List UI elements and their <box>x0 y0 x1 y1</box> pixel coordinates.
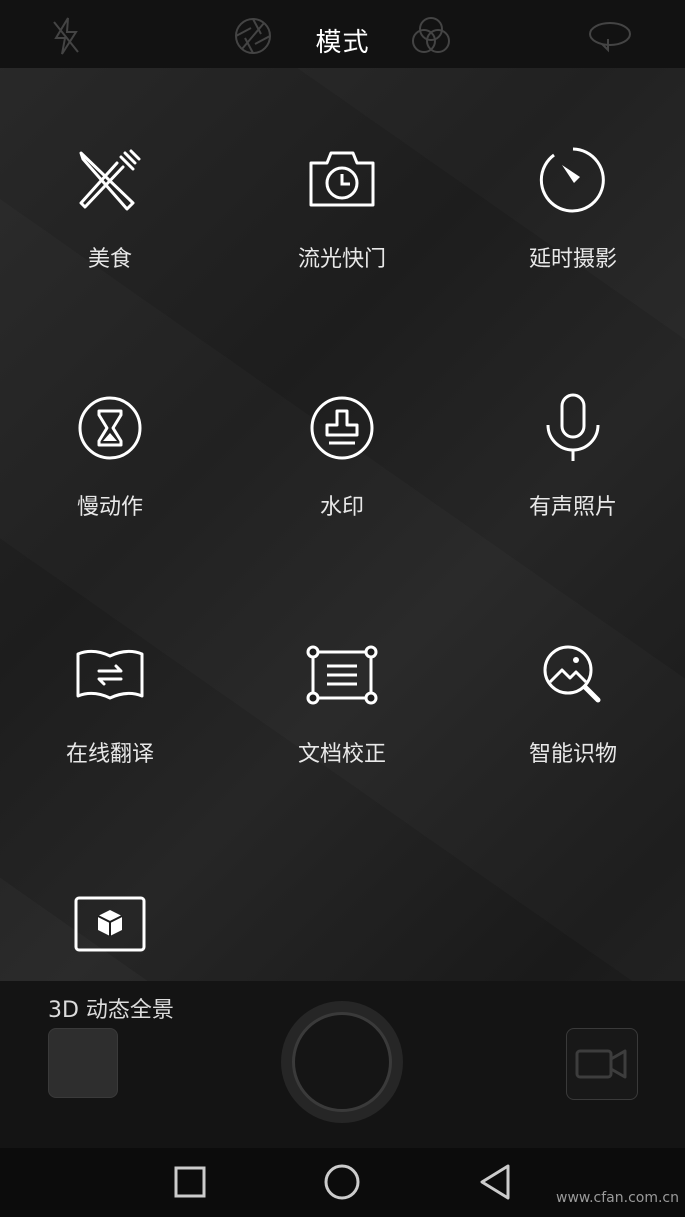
cube-icon <box>74 896 146 952</box>
microphone-icon <box>546 393 600 461</box>
mode-watermark[interactable]: 水印 <box>227 391 457 521</box>
mode-label: 慢动作 <box>76 495 143 520</box>
mode-label: 流光快门 <box>297 247 386 272</box>
image-search-icon <box>543 645 601 703</box>
mode-3d-panorama[interactable] <box>0 888 225 962</box>
mode-food[interactable]: 美食 <box>0 143 225 273</box>
home-icon[interactable] <box>320 1160 364 1204</box>
mode-light-painting[interactable]: 流光快门 <box>227 143 457 273</box>
rotate-camera-icon[interactable] <box>588 14 632 58</box>
video-mode-icon <box>575 1049 627 1079</box>
recent-apps-icon[interactable] <box>168 1160 212 1204</box>
shutter-button-inner <box>292 1012 392 1112</box>
hourglass-icon <box>78 396 142 460</box>
top-toolbar: 模式 <box>0 0 685 68</box>
back-icon[interactable] <box>474 1160 518 1204</box>
filter-icon[interactable] <box>409 14 453 58</box>
mode-audio-photo[interactable]: 有声照片 <box>458 391 685 521</box>
mode-label: 有声照片 <box>528 495 617 520</box>
document-correction-icon <box>306 645 378 705</box>
mode-timelapse[interactable]: 延时摄影 <box>458 143 685 273</box>
mode-label: 水印 <box>319 495 364 520</box>
mode-label: 美食 <box>87 247 132 272</box>
mode-slow-motion[interactable]: 慢动作 <box>0 391 225 521</box>
camera-timer-icon <box>309 151 375 207</box>
watermark: www.cfan.com.cn <box>556 1190 679 1206</box>
video-mode-button[interactable] <box>566 1028 638 1100</box>
mode-label: 在线翻译 <box>65 742 154 767</box>
mode-label: 智能识物 <box>528 742 617 767</box>
mode-label: 3D 动态全景 <box>48 998 174 1023</box>
gallery-thumbnail[interactable] <box>48 1028 118 1098</box>
mode-label: 文档校正 <box>297 742 386 767</box>
mode-label: 延时摄影 <box>528 247 617 272</box>
mode-online-translate[interactable]: 在线翻译 <box>0 638 225 768</box>
mode-document-correction[interactable]: 文档校正 <box>227 638 457 768</box>
mode-smart-recognition[interactable]: 智能识物 <box>458 638 685 768</box>
book-translate-icon <box>76 649 144 700</box>
page-title: 模式 <box>315 28 370 58</box>
fork-knife-icon <box>79 149 141 211</box>
stamp-icon <box>310 396 374 460</box>
timelapse-icon <box>539 147 605 213</box>
